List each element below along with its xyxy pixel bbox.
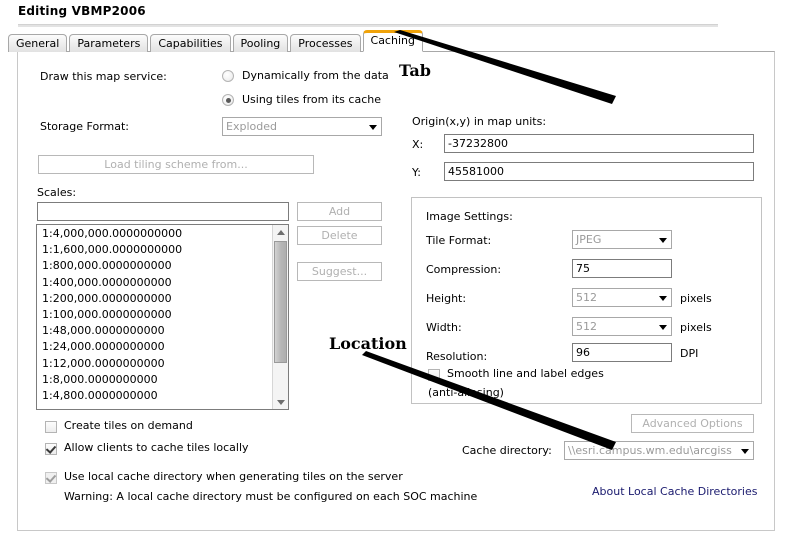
list-item[interactable]: 1:24,000.0000000000: [42, 339, 271, 355]
list-item[interactable]: 1:4,800.0000000000: [42, 388, 271, 404]
list-item[interactable]: 1:200,000.0000000000: [42, 291, 271, 307]
height-unit-label: pixels: [680, 292, 712, 305]
list-item[interactable]: 1:800,000.0000000000: [42, 258, 271, 274]
checkbox-use-local-cache-directory-label: Use local cache directory when generatin…: [64, 470, 403, 483]
checkbox-allow-clients-cache[interactable]: [45, 443, 57, 455]
checkbox-allow-clients-cache-label: Allow clients to cache tiles locally: [64, 441, 249, 454]
compression-label: Compression:: [426, 263, 502, 276]
chevron-down-icon: [659, 295, 667, 301]
checkbox-create-tiles-on-demand-label: Create tiles on demand: [64, 419, 193, 432]
cache-directory-combo[interactable]: \\esri.campus.wm.edu\arcgiss: [564, 441, 754, 460]
storage-format-combo[interactable]: Exploded: [222, 117, 382, 136]
delete-scale-button[interactable]: Delete: [297, 226, 382, 245]
storage-format-value: Exploded: [226, 120, 277, 133]
annotation-label-location: Location: [329, 334, 407, 353]
scrollbar-thumb[interactable]: [274, 241, 287, 363]
chevron-down-icon: [369, 124, 377, 130]
origin-x-label: X:: [412, 138, 424, 151]
tile-format-value: JPEG: [576, 233, 602, 246]
radio-using-tiles-from-cache-label: Using tiles from its cache: [242, 93, 381, 106]
about-local-cache-directories-link[interactable]: About Local Cache Directories: [592, 485, 757, 498]
list-item[interactable]: 1:48,000.0000000000: [42, 323, 271, 339]
tile-width-value: 512: [576, 320, 597, 333]
origin-y-label: Y:: [412, 166, 421, 179]
list-item[interactable]: 1:8,000.0000000000: [42, 372, 271, 388]
checkbox-create-tiles-on-demand[interactable]: [45, 421, 57, 433]
tab-bar: General Parameters Capabilities Pooling …: [8, 30, 425, 52]
tab-general[interactable]: General: [8, 34, 68, 52]
radio-dynamically-from-data-label: Dynamically from the data: [242, 69, 389, 82]
tab-processes[interactable]: Processes: [290, 34, 361, 52]
scales-list[interactable]: 1:4,000,000.0000000000 1:1,600,000.00000…: [36, 224, 289, 410]
scales-list-items: 1:4,000,000.0000000000 1:1,600,000.00000…: [37, 226, 271, 404]
scales-input[interactable]: [37, 202, 289, 221]
checkbox-anti-aliasing[interactable]: [428, 369, 440, 381]
resolution-input[interactable]: [572, 343, 672, 362]
image-settings-group: Image Settings: Tile Format: JPEG Compre…: [411, 197, 762, 404]
tab-pooling[interactable]: Pooling: [232, 34, 289, 52]
tile-height-combo[interactable]: 512: [572, 288, 672, 307]
cache-directory-value: \\esri.campus.wm.edu\arcgiss: [568, 444, 732, 457]
resolution-unit-label: DPI: [680, 347, 699, 360]
tab-parameters[interactable]: Parameters: [69, 34, 149, 52]
tab-capabilities[interactable]: Capabilities: [150, 34, 231, 52]
suggest-scales-button[interactable]: Suggest...: [297, 262, 382, 281]
height-label: Height:: [426, 292, 467, 305]
tile-format-label: Tile Format:: [426, 234, 492, 247]
origin-x-input[interactable]: [444, 134, 754, 153]
page-title: Editing VBMP2006: [18, 4, 146, 18]
list-item[interactable]: 1:4,000,000.0000000000: [42, 226, 271, 242]
anti-aliasing-label-line1: Smooth line and label edges: [447, 367, 604, 380]
annotation-label-tab: Tab: [399, 61, 431, 80]
scales-label: Scales:: [37, 186, 77, 199]
anti-aliasing-label-line2: (anti-aliasing): [428, 386, 504, 399]
checkbox-use-local-cache-directory[interactable]: [45, 472, 57, 484]
radio-using-tiles-from-cache[interactable]: [222, 94, 234, 106]
load-tiling-scheme-button[interactable]: Load tiling scheme from...: [38, 155, 314, 174]
resolution-label: Resolution:: [426, 350, 488, 363]
add-scale-button[interactable]: Add: [297, 202, 382, 221]
storage-format-label: Storage Format:: [40, 120, 130, 133]
width-unit-label: pixels: [680, 321, 712, 334]
scroll-down-arrow-icon[interactable]: [273, 394, 288, 409]
radio-dynamically-from-data[interactable]: [222, 70, 234, 82]
image-settings-title: Image Settings:: [426, 210, 513, 223]
tile-width-combo[interactable]: 512: [572, 317, 672, 336]
tile-height-value: 512: [576, 291, 597, 304]
origin-y-input[interactable]: [444, 162, 754, 181]
chevron-down-icon: [741, 448, 749, 454]
tab-caching[interactable]: Caching: [362, 30, 423, 52]
local-cache-warning-text: Warning: A local cache directory must be…: [64, 490, 478, 503]
scroll-up-arrow-icon[interactable]: [273, 225, 288, 240]
scales-scrollbar[interactable]: [272, 225, 288, 409]
list-item[interactable]: 1:12,000.0000000000: [42, 356, 271, 372]
list-item[interactable]: 1:1,600,000.0000000000: [42, 242, 271, 258]
width-label: Width:: [426, 321, 462, 334]
advanced-options-button[interactable]: Advanced Options: [631, 414, 754, 433]
origin-label: Origin(x,y) in map units:: [412, 115, 547, 128]
draw-service-label: Draw this map service:: [40, 70, 167, 83]
chevron-down-icon: [659, 324, 667, 330]
list-item[interactable]: 1:100,000.0000000000: [42, 307, 271, 323]
chevron-down-icon: [659, 237, 667, 243]
compression-input[interactable]: [572, 259, 672, 278]
title-divider: [18, 24, 718, 27]
list-item[interactable]: 1:400,000.0000000000: [42, 275, 271, 291]
cache-directory-label: Cache directory:: [462, 444, 552, 457]
tile-format-combo[interactable]: JPEG: [572, 230, 672, 249]
